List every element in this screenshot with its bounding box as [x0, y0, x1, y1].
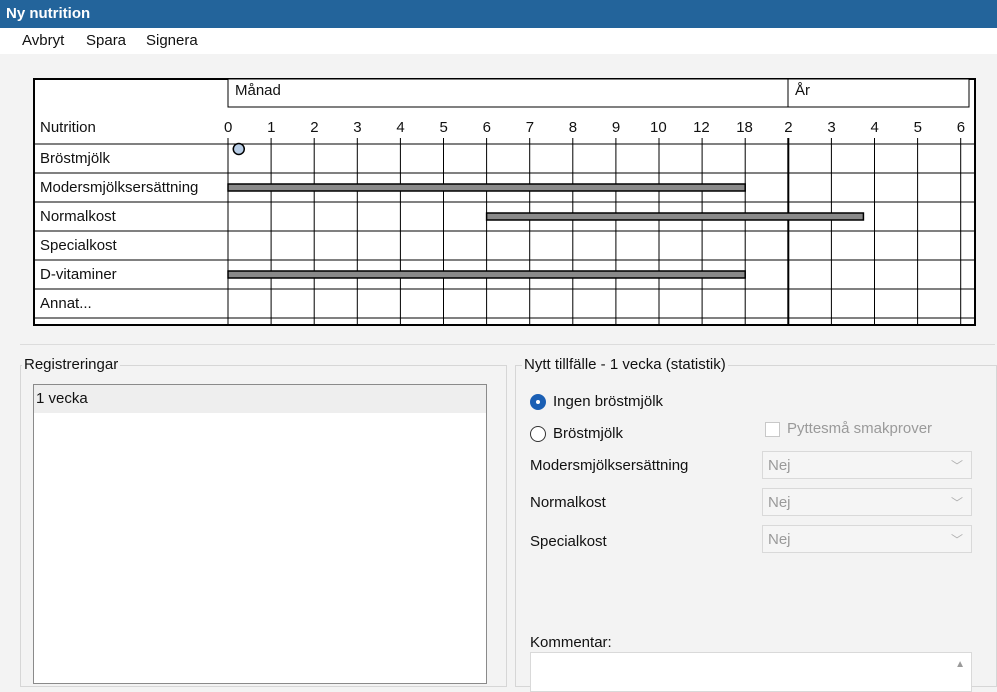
tick-label: 3	[827, 119, 836, 136]
year-header-cell	[787, 78, 970, 108]
nutrition-bar	[485, 212, 865, 221]
special-select[interactable]: Nej ﹀	[762, 525, 972, 553]
normal-select-value: Nej	[768, 494, 791, 511]
normal-field-label: Normalkost	[530, 494, 606, 511]
tick-label: 10	[650, 119, 667, 136]
formula-select[interactable]: Nej ﹀	[762, 451, 972, 479]
special-select-value: Nej	[768, 531, 791, 548]
new-occasion-title: Nytt tillfälle - 1 vecka (statistik)	[522, 356, 728, 373]
sign-menu-item[interactable]: Signera	[146, 32, 198, 49]
nutrition-bar	[227, 183, 746, 192]
tick-label: 3	[353, 119, 362, 136]
tick-label: 4	[396, 119, 405, 136]
registrations-list[interactable]: 1 vecka	[33, 384, 487, 684]
registrations-title: Registreringar	[22, 356, 121, 373]
comment-label: Kommentar:	[530, 634, 612, 651]
normal-select[interactable]: Nej ﹀	[762, 488, 972, 516]
row-label: Bröstmjölk	[40, 150, 111, 167]
tick-label: 18	[736, 119, 753, 136]
formula-select-value: Nej	[768, 457, 791, 474]
tick-label: 9	[611, 119, 621, 136]
no-breastmilk-radio[interactable]	[530, 394, 546, 410]
tick-label: 0	[224, 119, 233, 136]
tick-label: 5	[439, 119, 448, 136]
tick-label: 2	[310, 119, 319, 136]
month-header-cell	[227, 78, 789, 108]
formula-field-label: Modersmjölksersättning	[530, 457, 689, 474]
comment-textarea[interactable]: ▲	[530, 652, 972, 692]
breastmilk-label: Bröstmjölk	[553, 425, 624, 442]
cancel-menu-item[interactable]: Avbryt	[22, 32, 64, 49]
row-label: Normalkost	[40, 208, 116, 225]
no-breastmilk-label: Ingen bröstmjölk	[553, 393, 664, 410]
tick-label: 6	[482, 119, 491, 136]
tick-label: 7	[525, 119, 535, 136]
tick-label: 6	[956, 119, 966, 136]
tick-label: 1	[267, 119, 276, 136]
tick-label: 8	[568, 119, 578, 136]
breastmilk-radio[interactable]	[530, 426, 546, 442]
tick-label: 4	[870, 119, 879, 136]
year-header: År	[795, 82, 810, 99]
row-label: Annat...	[40, 295, 92, 312]
save-menu-item[interactable]: Spara	[86, 32, 126, 49]
tiny-tastes-checkbox[interactable]	[765, 422, 780, 437]
chevron-down-icon: ﹀	[950, 459, 963, 473]
month-header: Månad	[235, 82, 281, 99]
breastmilk-marker	[232, 142, 246, 156]
nutrition-chart	[33, 78, 976, 326]
row-label: D-vitaminer	[40, 266, 117, 283]
window-title: Ny nutrition	[0, 0, 997, 28]
chevron-down-icon: ﹀	[950, 496, 963, 510]
list-item[interactable]: 1 vecka	[34, 385, 486, 413]
tiny-tastes-label: Pyttesmå smakprover	[787, 420, 933, 437]
row-label: Modersmjölksersättning	[40, 179, 199, 196]
nutrition-chart-panel: Månad År Nutrition 0 1 2 3 4 5 6 7 8 9 10 12 18 2 3 4 5 6…	[20, 70, 995, 345]
tick-label: 2	[784, 119, 793, 136]
special-field-label: Specialkost	[530, 533, 607, 550]
nutrition-column-header: Nutrition	[40, 119, 96, 136]
scroll-up-icon[interactable]: ▲	[955, 659, 965, 670]
tick-label: 12	[693, 119, 710, 136]
nutrition-bar	[227, 270, 746, 279]
menubar: Avbryt Spara Signera	[0, 28, 997, 54]
chevron-down-icon: ﹀	[950, 533, 963, 547]
row-label: Specialkost	[40, 237, 117, 254]
tick-label: 5	[913, 119, 922, 136]
